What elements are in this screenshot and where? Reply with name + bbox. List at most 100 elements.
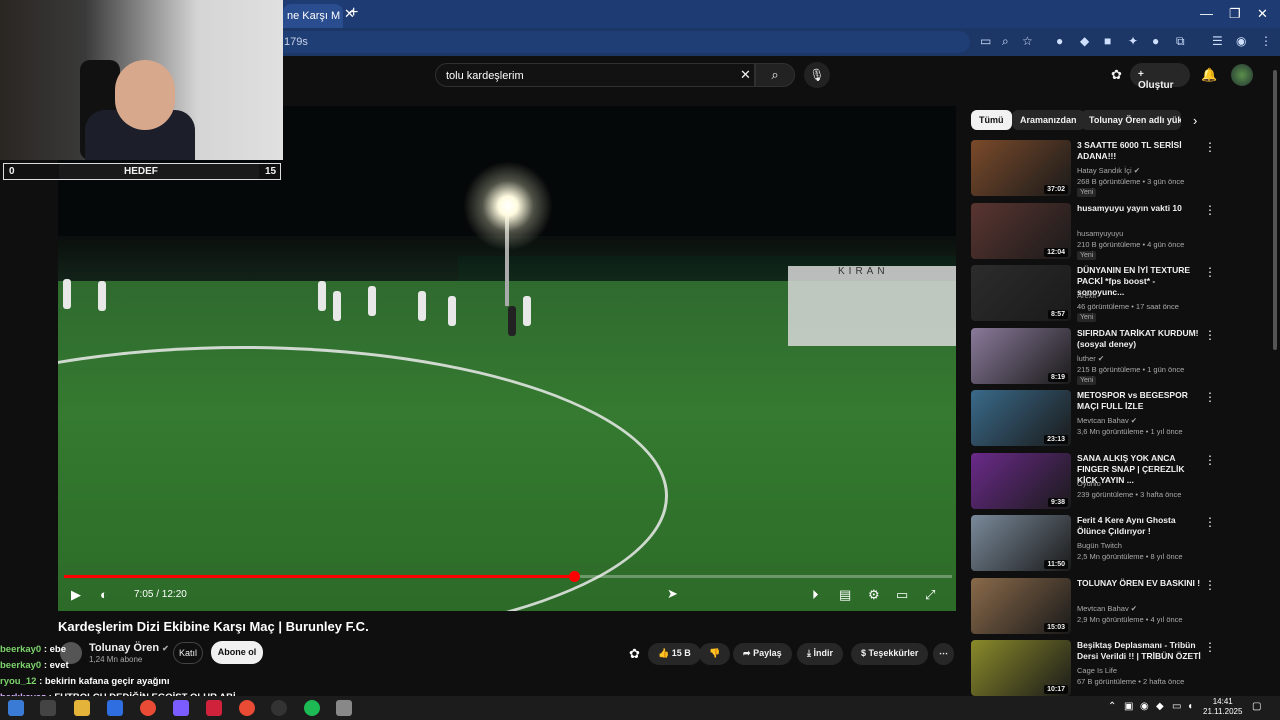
close-window-icon[interactable]: ✕ — [1257, 6, 1268, 22]
app-icon[interactable] — [206, 700, 222, 716]
more-vert-icon[interactable]: ⋮ — [1204, 515, 1216, 529]
video-player[interactable]: KIRAN — [58, 106, 956, 611]
like-button[interactable]: 👍 15 B — [648, 643, 701, 665]
download-button[interactable]: ⤓ İndir — [797, 643, 843, 665]
tray-app-icon[interactable]: ▣ — [1124, 701, 1133, 712]
recommendation-title[interactable]: Ferit 4 Kere Aynı Ghosta Ölünce Çıldırıy… — [1077, 515, 1202, 537]
reading-list-icon[interactable]: ☰ — [1212, 34, 1223, 48]
subtitles-icon[interactable]: ▤ — [839, 587, 851, 603]
url-field[interactable]: 179s — [270, 31, 970, 53]
extension-icon[interactable]: ■ — [1104, 34, 1111, 48]
recommendation-item[interactable]: 8:57 DÜNYANIN EN İYİ TEXTURE PACKİ *fps b… — [971, 265, 1231, 323]
recommendation-channel[interactable]: Bugün Twitch — [1077, 541, 1122, 550]
recommendation-item[interactable]: 11:50 Ferit 4 Kere Aynı Ghosta Ölünce Çıl… — [971, 515, 1231, 573]
recommendation-channel[interactable]: Arexit — [1077, 291, 1096, 300]
spotify-icon[interactable] — [304, 700, 320, 716]
chevron-right-icon[interactable]: › — [1193, 113, 1197, 128]
notification-center-icon[interactable]: ▢ — [1252, 701, 1261, 712]
video-thumbnail[interactable]: 37:02 — [971, 140, 1071, 196]
video-thumbnail[interactable]: 10:17 — [971, 640, 1071, 696]
play-icon[interactable]: ▶ — [71, 587, 81, 603]
extension-icon[interactable]: ● — [1056, 34, 1063, 48]
recommendation-channel[interactable]: husamyuyuyu — [1077, 229, 1123, 238]
recommendation-title[interactable]: 3 SAATTE 6000 TL SERİSİ ADANA!!! — [1077, 140, 1202, 162]
video-thumbnail[interactable]: 8:19 — [971, 327, 1071, 384]
recommendation-title[interactable]: TOLUNAY ÖREN EV BASKINI ! — [1077, 578, 1202, 589]
bookmark-star-icon[interactable]: ☆ — [1022, 34, 1033, 48]
file-explorer-icon[interactable] — [74, 700, 90, 716]
app-icon[interactable] — [336, 700, 352, 716]
recommendation-title[interactable]: SIFIRDAN TARİKAT KURDUM! (sosyal deney) — [1077, 328, 1202, 350]
recommendation-item[interactable]: 9:38 SANA ALKIŞ YOK ANCA FINGER SNAP | ÇE… — [971, 452, 1231, 511]
extension-icon[interactable]: ● — [1152, 34, 1159, 48]
chip-all[interactable]: Tümü — [971, 110, 1012, 130]
more-vert-icon[interactable]: ⋮ — [1204, 203, 1216, 217]
recommendation-channel[interactable]: Cage Is Life — [1077, 666, 1117, 675]
tray-app-icon[interactable]: ◉ — [1140, 701, 1149, 712]
chrome-icon[interactable] — [140, 700, 156, 716]
zoom-icon[interactable]: ⌕ — [1002, 34, 1009, 49]
menu-dots-icon[interactable]: ⋮ — [1260, 34, 1272, 48]
video-thumbnail[interactable]: 12:04 — [971, 202, 1071, 259]
video-thumbnail[interactable]: 23:13 — [971, 390, 1071, 446]
profile-icon[interactable]: ◉ — [1236, 34, 1246, 48]
volume-icon[interactable]: ◐ — [100, 587, 108, 602]
studio-icon[interactable]: ✿ — [1111, 67, 1122, 83]
progress-scrubber[interactable] — [568, 571, 580, 582]
browser-tab[interactable]: ne Karşı M — [283, 4, 343, 28]
recommendation-channel[interactable]: Mevtcan Bahav ✔ — [1077, 416, 1137, 425]
video-thumbnail[interactable]: 15:03 — [971, 577, 1071, 634]
restore-icon[interactable]: ❐ — [1229, 6, 1241, 22]
dislike-button[interactable]: 👎 — [699, 643, 731, 665]
fullscreen-icon[interactable]: ⤢ — [925, 587, 935, 603]
recommendation-title[interactable]: Beşiktaş Deplasmanı - Tribün Dersi Veril… — [1077, 640, 1202, 662]
page-scrollbar[interactable] — [1273, 70, 1277, 350]
recommendation-item[interactable]: 8:19 SIFIRDAN TARİKAT KURDUM! (sosyal den… — [971, 327, 1231, 386]
puzzle-icon[interactable]: ⧉ — [1176, 34, 1185, 49]
extension-icon[interactable]: ✦ — [1128, 34, 1138, 48]
clock[interactable]: 14:41 21.11.2025 — [1203, 697, 1242, 717]
volume-tray-icon[interactable]: ◖ — [1187, 701, 1193, 712]
tray-chevron-icon[interactable]: ⌃ — [1108, 701, 1116, 712]
create-button[interactable]: + Oluştur — [1130, 63, 1190, 91]
share-button[interactable]: ➦ Paylaş — [733, 643, 792, 665]
recommendation-item[interactable]: 37:02 3 SAATTE 6000 TL SERİSİ ADANA!!! Hat… — [971, 140, 1231, 198]
more-actions-button[interactable]: ⋯ — [933, 643, 954, 665]
recommendation-item[interactable]: 15:03 TOLUNAY ÖREN EV BASKINI ! Mevtcan Ba… — [971, 577, 1231, 636]
chip-from-search[interactable]: Aramanızdan — [1012, 110, 1085, 130]
video-thumbnail[interactable]: 8:57 — [971, 265, 1071, 321]
obs-icon[interactable] — [271, 700, 287, 716]
chrome-icon[interactable] — [239, 700, 255, 716]
recommendation-channel[interactable]: luther ✔ — [1077, 354, 1104, 363]
edge-icon[interactable] — [107, 700, 123, 716]
studio-icon[interactable]: ✿ — [629, 646, 640, 662]
autoplay-toggle-icon[interactable]: ⏵ — [812, 587, 819, 603]
network-icon[interactable]: ▭ — [1172, 701, 1181, 712]
start-icon[interactable] — [8, 700, 24, 716]
search-input[interactable]: tolu kardeşlerim — [435, 63, 755, 87]
account-avatar[interactable] — [1231, 64, 1253, 86]
clear-search-icon[interactable]: ✕ — [740, 67, 751, 83]
search-button[interactable]: ⌕ — [755, 63, 795, 87]
more-vert-icon[interactable]: ⋮ — [1204, 328, 1216, 342]
more-vert-icon[interactable]: ⋮ — [1204, 578, 1216, 592]
recommendation-item[interactable]: 10:17 Beşiktaş Deplasmanı - Tribün Dersi … — [971, 640, 1231, 698]
theater-mode-icon[interactable]: ▭ — [896, 587, 908, 603]
new-tab-icon[interactable]: + — [349, 4, 358, 22]
recommendation-channel[interactable]: Oyunio — [1077, 479, 1101, 488]
recommendation-item[interactable]: 23:13 METOSPOR vs BEGESPOR MAÇI FULL İZLE… — [971, 390, 1231, 448]
recommendation-title[interactable]: husamyuyu yayın vakti 10 — [1077, 203, 1202, 214]
settings-gear-icon[interactable]: ⚙ — [868, 587, 880, 603]
progress-bar[interactable] — [64, 571, 952, 582]
recommendation-item[interactable]: 12:04 husamyuyu yayın vakti 10 husamyuyuyu… — [971, 202, 1231, 261]
chip-uploader[interactable]: Tolunay Ören adlı yükley — [1081, 110, 1181, 130]
more-vert-icon[interactable]: ⋮ — [1204, 453, 1216, 467]
more-vert-icon[interactable]: ⋮ — [1204, 640, 1216, 654]
recommendation-channel[interactable]: Hatay Sandık İçi ✔ — [1077, 166, 1140, 175]
cast-icon[interactable]: ▭ — [980, 34, 991, 48]
voice-search-button[interactable]: 🎙 — [804, 62, 830, 88]
video-thumbnail[interactable]: 11:50 — [971, 515, 1071, 571]
tray-app-icon[interactable]: ◆ — [1156, 701, 1164, 712]
notifications-bell-icon[interactable]: 🔔 — [1201, 67, 1217, 83]
more-vert-icon[interactable]: ⋮ — [1204, 140, 1216, 154]
